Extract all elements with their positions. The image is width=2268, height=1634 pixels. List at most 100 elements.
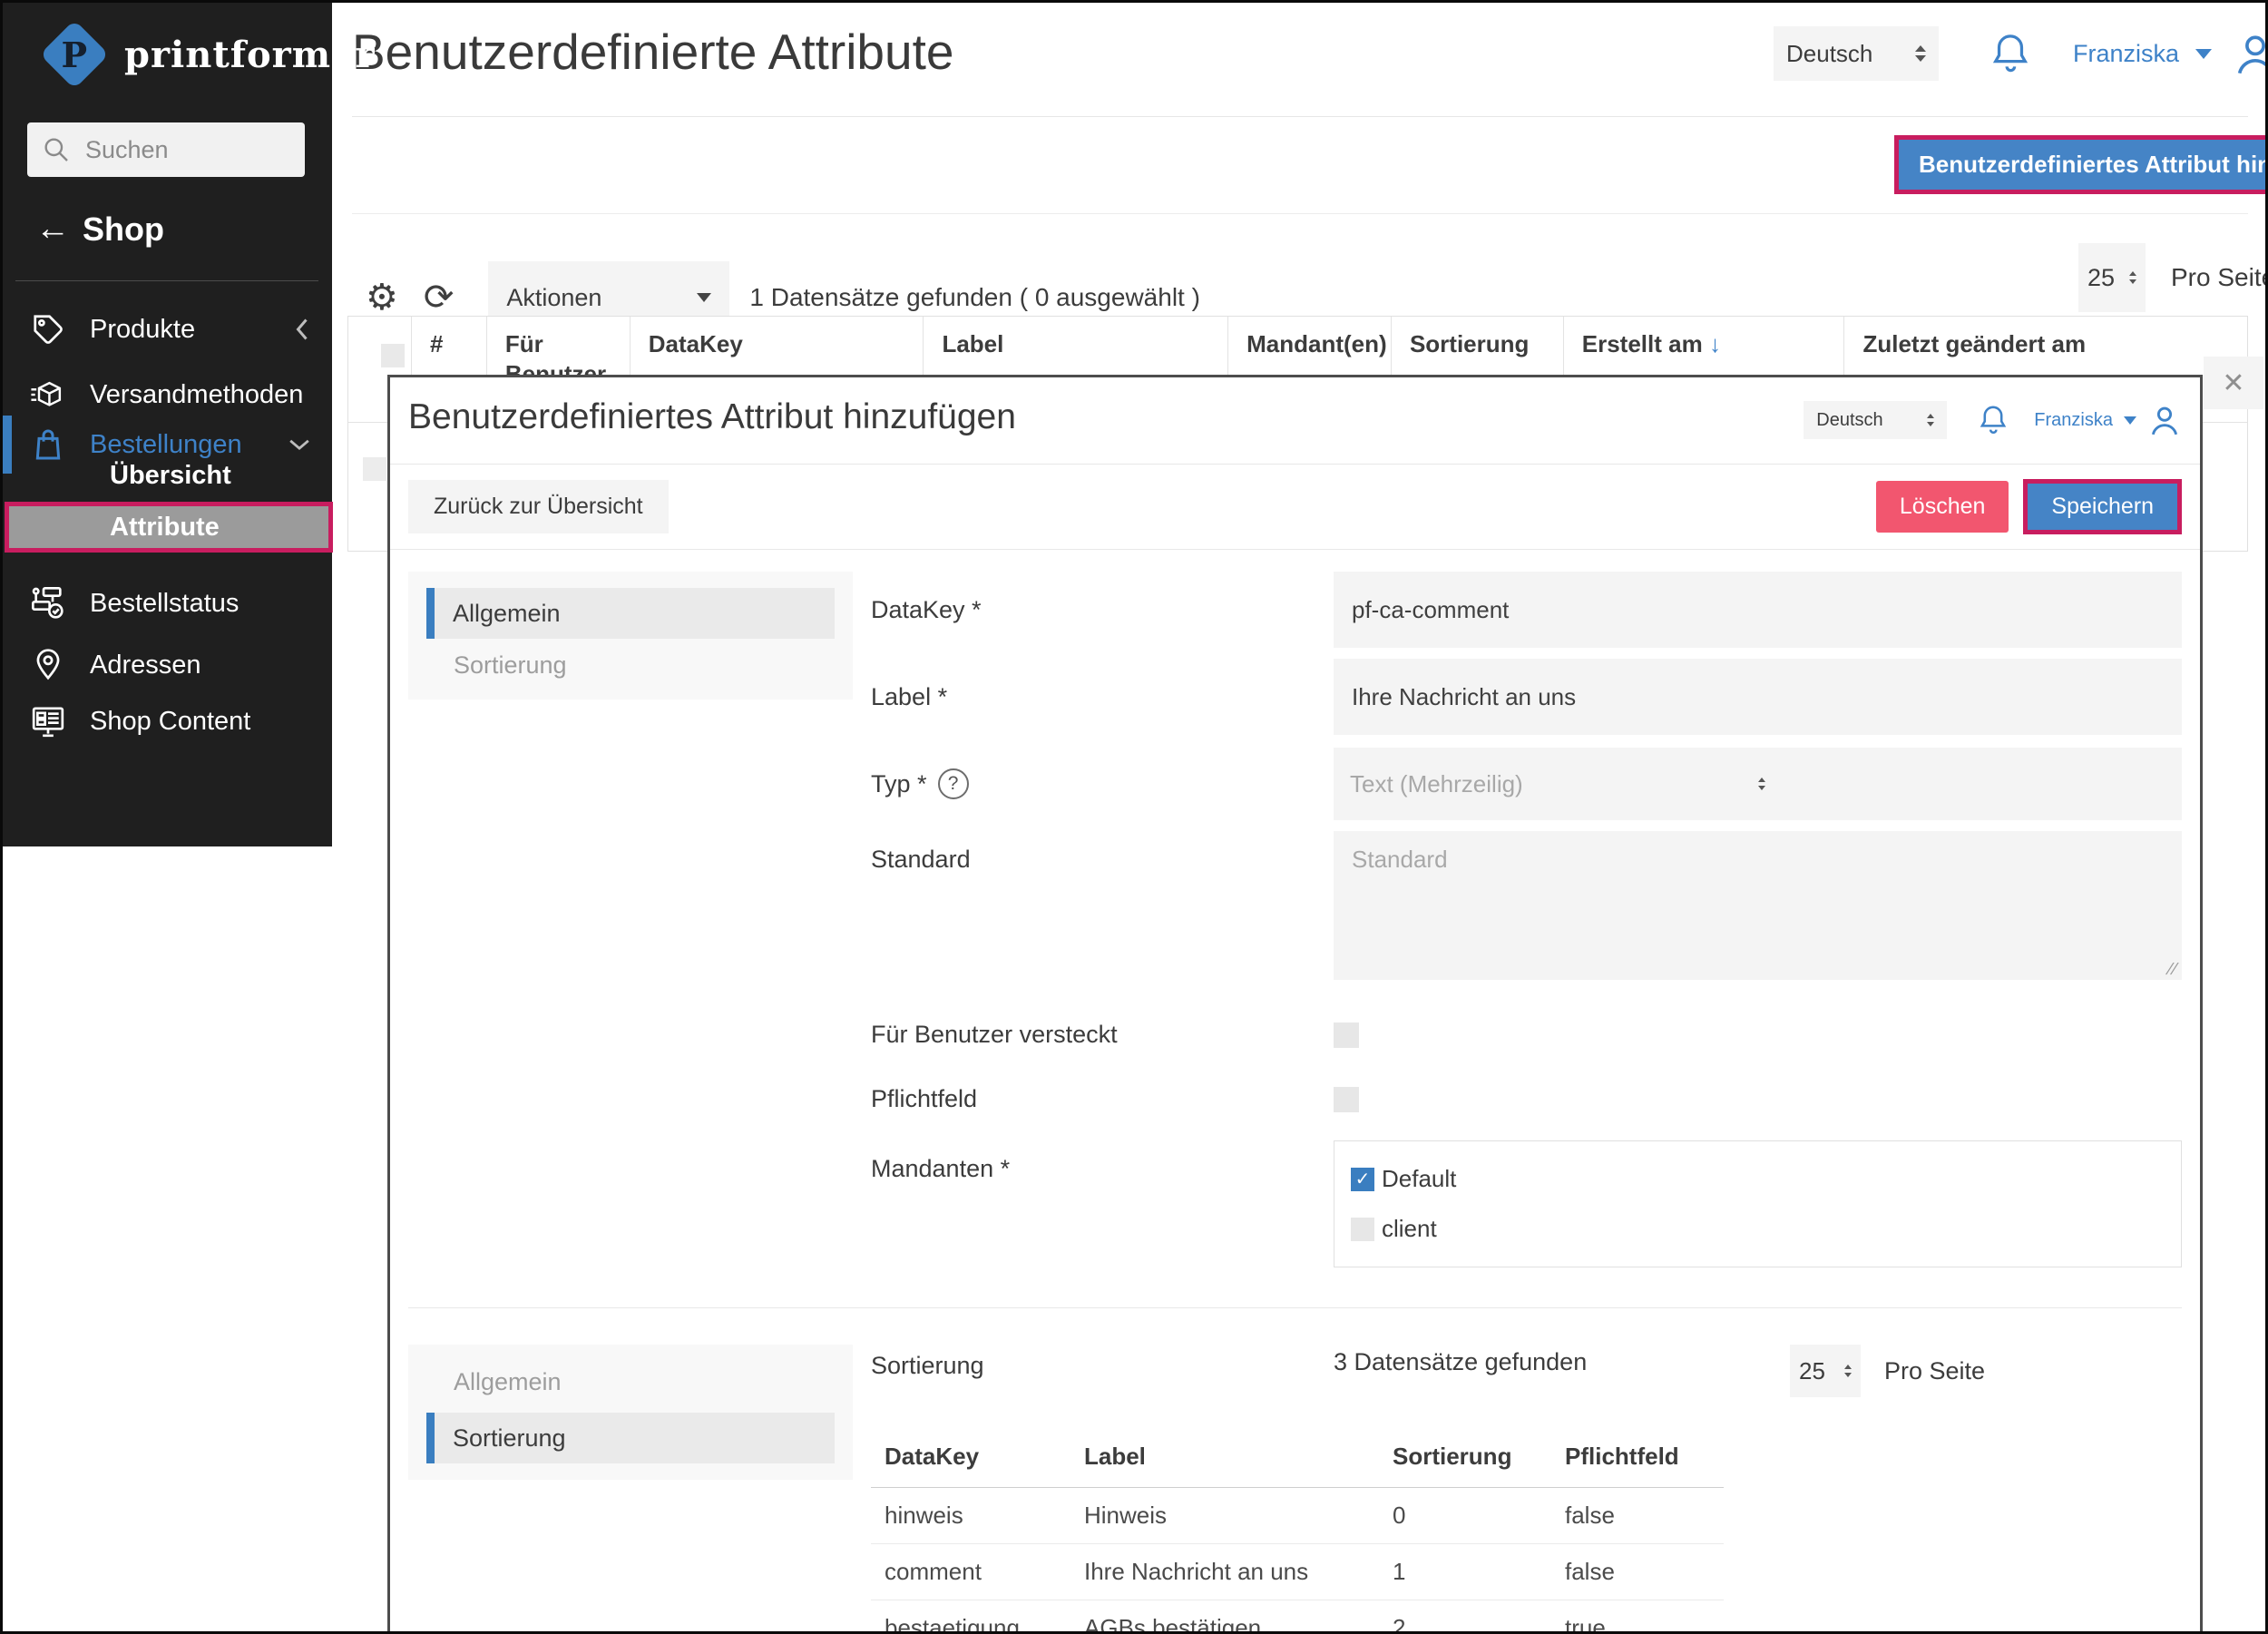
tab-sortierung[interactable]: Sortierung xyxy=(408,639,853,683)
modal-header: Benutzerdefiniertes Attribut hinzufügen … xyxy=(390,377,2200,465)
add-attribute-button-highlight: Benutzerdefiniertes Attribut hinzufügen xyxy=(1894,135,2265,194)
shop-content-icon xyxy=(30,703,66,739)
tab-allgemein[interactable]: Allgemein xyxy=(408,1361,853,1400)
add-attribute-button[interactable]: Benutzerdefiniertes Attribut hinzufügen xyxy=(1899,140,2265,190)
sidebar-search[interactable] xyxy=(27,122,305,177)
sidebar-item-attribute[interactable]: Attribute xyxy=(5,502,333,553)
table-header-row: # Für Benutzer DataKey Label Mandant(en)… xyxy=(348,317,2247,387)
arrow-left-icon: ← xyxy=(35,210,70,248)
hidden-for-users-checkbox[interactable] xyxy=(1334,1022,1359,1048)
hidden-for-users-label: Für Benutzer versteckt xyxy=(871,1021,1118,1048)
records-found-text: 3 Datensätze gefunden xyxy=(1334,1348,1588,1375)
help-icon[interactable]: ? xyxy=(937,768,969,799)
mandant-option-default[interactable]: ✓ Default xyxy=(1351,1165,2165,1193)
column-header-sorted[interactable]: Erstellt am ↓ xyxy=(1562,317,1844,373)
column-header[interactable]: # xyxy=(410,317,486,373)
table-row[interactable]: comment Ihre Nachricht an uns 1 false xyxy=(871,1544,1724,1600)
toolbar-divider xyxy=(352,213,2248,214)
table-row[interactable]: hinweis Hinweis 0 false xyxy=(871,1488,1724,1544)
records-found-text: 1 Datensätze gefunden ( 0 ausgewählt ) xyxy=(749,283,1200,311)
per-page-select[interactable]: 25 xyxy=(2078,243,2146,312)
caret-down-icon xyxy=(697,293,712,302)
printformer-logo-icon: P xyxy=(39,19,110,90)
label-input[interactable] xyxy=(1334,659,2182,735)
save-button[interactable]: Speichern xyxy=(2028,484,2177,530)
modal-title: Benutzerdefiniertes Attribut hinzufügen xyxy=(408,397,1016,436)
sidebar-item-adressen[interactable]: Adressen xyxy=(3,638,332,692)
sidebar-item-shop-content[interactable]: Shop Content xyxy=(3,694,332,749)
back-to-shop-link[interactable]: ← Shop xyxy=(35,210,164,249)
sortierung-label: Sortierung xyxy=(871,1352,984,1379)
user-avatar-icon[interactable] xyxy=(2147,403,2182,437)
sidebar: P printformer ← Shop Produkte xyxy=(3,3,375,846)
tab-sortierung-active[interactable]: Sortierung xyxy=(426,1413,835,1463)
sidebar-item-produkte[interactable]: Produkte xyxy=(3,302,332,357)
column-header[interactable]: Label xyxy=(923,317,1227,373)
sidebar-item-versandmethoden[interactable]: Versandmethoden xyxy=(3,367,332,422)
order-status-icon xyxy=(30,585,66,621)
user-name[interactable]: Franziska xyxy=(2034,410,2113,431)
refresh-icon[interactable]: ⟳ xyxy=(424,279,455,316)
mandant-option-client[interactable]: client xyxy=(1351,1215,2165,1243)
search-icon xyxy=(42,135,71,164)
shopping-bag-icon xyxy=(30,426,66,463)
standard-textarea[interactable] xyxy=(1334,831,2182,980)
modal-header-controls: Deutsch Franziska xyxy=(1804,401,2182,439)
page-title: Benutzerdefinierte Attribute xyxy=(352,24,954,80)
select-all-checkbox[interactable] xyxy=(381,344,405,367)
back-to-overview-button[interactable]: Zurück zur Übersicht xyxy=(408,480,669,533)
modal-nav-allgemein: Allgemein Sortierung xyxy=(408,572,853,700)
sortierung-table: DataKey Label Sortierung Pflichtfeld hin… xyxy=(871,1443,1724,1631)
column-header[interactable]: Für Benutzer xyxy=(485,317,630,387)
close-icon: ✕ xyxy=(2222,367,2245,398)
add-attribute-modal: Benutzerdefiniertes Attribut hinzufügen … xyxy=(387,375,2203,1631)
sidebar-item-uebersicht[interactable]: Übersicht xyxy=(110,461,231,491)
notification-bell-icon[interactable] xyxy=(1978,403,2009,437)
app-window: P printformer ← Shop Produkte xyxy=(0,0,2268,1634)
user-avatar-icon[interactable] xyxy=(2232,30,2265,77)
column-header[interactable]: Mandant(en) xyxy=(1227,317,1391,373)
column-header[interactable]: DataKey xyxy=(871,1443,1070,1487)
updown-icon xyxy=(2129,271,2136,284)
column-header[interactable]: Sortierung xyxy=(1379,1443,1551,1487)
column-header[interactable]: DataKey xyxy=(629,317,924,373)
standard-label: Standard xyxy=(871,846,971,873)
mandanten-group: ✓ Default client xyxy=(1334,1140,2182,1267)
typ-select[interactable]: Text (Mehrzeilig) xyxy=(1334,748,2182,820)
printformer-logo[interactable]: P printformer xyxy=(39,19,376,90)
user-menu-caret-icon[interactable] xyxy=(2124,416,2136,425)
user-menu-caret-icon[interactable] xyxy=(2195,48,2213,59)
language-select[interactable]: Deutsch xyxy=(1774,26,1939,81)
user-name[interactable]: Franziska xyxy=(2073,40,2179,68)
sortierung-toolbar: Sortierung 3 Datensätze gefunden 25 Pro … xyxy=(871,1345,2182,1397)
clear-filters-button[interactable]: ✕ xyxy=(2204,357,2263,409)
label-label: Label * xyxy=(871,682,948,710)
notification-bell-icon[interactable] xyxy=(1989,31,2031,76)
tab-allgemein-active[interactable]: Allgemein xyxy=(426,588,835,639)
checked-checkbox[interactable]: ✓ xyxy=(1351,1167,1374,1191)
settings-gear-icon[interactable]: ⚙ xyxy=(366,279,398,316)
language-select[interactable]: Deutsch xyxy=(1804,401,1948,439)
unchecked-checkbox[interactable] xyxy=(1351,1217,1374,1241)
column-header[interactable]: Label xyxy=(1070,1443,1379,1487)
datakey-label: DataKey * xyxy=(871,595,982,623)
datakey-input[interactable] xyxy=(1334,572,2182,648)
column-header[interactable]: Pflichtfeld xyxy=(1551,1443,1724,1487)
delete-button[interactable]: Löschen xyxy=(1875,481,2009,533)
location-pin-icon xyxy=(30,647,66,683)
updown-icon xyxy=(1757,778,2166,790)
modal-action-bar: Zurück zur Übersicht Löschen Speichern xyxy=(390,465,2200,550)
updown-icon xyxy=(1915,45,1926,62)
per-page-select[interactable]: 25 xyxy=(1790,1345,1861,1397)
table-row[interactable]: bestaetigung AGBs bestätigen 2 true xyxy=(871,1600,1724,1631)
header-controls: Deutsch Franziska xyxy=(1774,26,2265,81)
column-header[interactable]: Zuletzt geändert am xyxy=(1843,317,2247,373)
per-page-label: Pro Seite xyxy=(2171,263,2268,291)
sortierung-section: Allgemein Sortierung Sortierung 3 Datens… xyxy=(408,1345,2182,1631)
search-input[interactable] xyxy=(83,134,292,165)
required-field-checkbox[interactable] xyxy=(1334,1086,1359,1112)
column-header[interactable]: Sortierung xyxy=(1390,317,1563,373)
row-checkbox[interactable] xyxy=(363,457,386,481)
updown-icon xyxy=(1844,1365,1852,1377)
sidebar-item-bestellstatus[interactable]: Bestellstatus xyxy=(3,576,332,631)
